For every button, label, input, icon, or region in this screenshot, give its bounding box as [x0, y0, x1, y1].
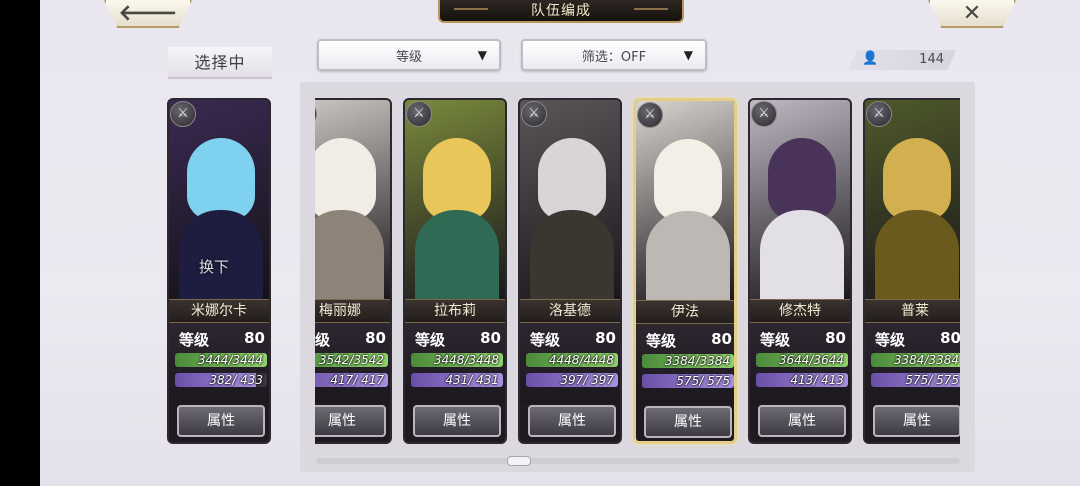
team-formation-screen: 🡐 队伍编成 ✕ 选择中 等级 ▼ 筛选：OFF ▼ 👤 144 换下 ⚔ 米娜… [40, 0, 1080, 486]
level-value: 80 [825, 329, 846, 347]
hp-bar: 3448/3448 [411, 353, 503, 367]
character-name: 拉布莉 [405, 299, 505, 323]
mp-bar: 575/ 575 [871, 373, 960, 387]
level-label: 等级 [760, 331, 791, 349]
level-value: 80 [365, 329, 386, 347]
hp-bar: 3644/3644 [756, 353, 848, 367]
character-stats: 等级 80 4448/4448 397/ 397 [520, 323, 620, 403]
sword-class-icon: ⚔ [170, 101, 196, 127]
swap-out-label: 换下 [199, 258, 230, 276]
character-stats: 等级 80 3644/3644 413/ 413 [750, 323, 850, 403]
portrait-head [423, 138, 491, 220]
roster-card[interactable]: ⚔ 梅丽娜 等级 80 3542/3542 417/ 417 属性 [315, 98, 392, 444]
character-name: 米娜尔卡 [169, 299, 269, 323]
hp-bar: 3384/3384 [642, 354, 734, 368]
character-portrait [750, 100, 850, 302]
mp-bar: 413/ 413 [756, 373, 848, 387]
level-label: 等级 [415, 331, 446, 349]
mp-bar: 397/ 397 [526, 373, 618, 387]
level-row: 等级 80 [413, 329, 503, 349]
level-value: 80 [244, 329, 265, 347]
level-label: 等级 [646, 332, 677, 350]
level-value: 80 [940, 329, 960, 347]
character-stats: 等级 80 3542/3542 417/ 417 [315, 323, 390, 403]
mp-bar: 417/ 417 [315, 373, 388, 387]
roster-scrollbar[interactable] [316, 458, 960, 464]
portrait-body [530, 210, 614, 302]
level-row: 等级 80 [758, 329, 848, 349]
hp-bar: 3444/3444 [175, 353, 267, 367]
level-row: 等级 80 [315, 329, 388, 349]
roster-list[interactable]: ⚔ 梅丽娜 等级 80 3542/3542 417/ 417 属性 ⚔ 拉布莉 … [315, 0, 960, 486]
attribute-button[interactable]: 属性 [758, 405, 846, 437]
mp-bar: 575/ 575 [642, 374, 734, 388]
level-row: 等级 80 [177, 329, 267, 349]
roster-scroll-thumb[interactable] [507, 456, 531, 466]
roster-card[interactable]: ⚔ 拉布莉 等级 80 3448/3448 431/ 431 属性 [403, 98, 507, 444]
attribute-button[interactable]: 属性 [315, 405, 386, 437]
level-label: 等级 [875, 331, 906, 349]
back-arrow-icon: 🡐 [118, 1, 178, 26]
portrait-head [315, 138, 376, 220]
portrait-body [760, 210, 844, 302]
mp-bar: 382/ 433 [175, 373, 267, 387]
character-name: 洛基德 [520, 299, 620, 323]
class-icon: ⚔ [751, 101, 777, 127]
character-portrait: 换下 [169, 100, 269, 302]
portrait-body [315, 210, 384, 302]
roster-card[interactable]: ⚔ 修杰特 等级 80 3644/3644 413/ 413 属性 [748, 98, 852, 444]
portrait-head [883, 138, 951, 220]
attribute-button[interactable]: 属性 [528, 405, 616, 437]
level-row: 等级 80 [644, 330, 734, 350]
hp-bar: 4448/4448 [526, 353, 618, 367]
character-name: 普莱 [865, 299, 960, 323]
roster-card[interactable]: ⚔ 洛基德 等级 80 4448/4448 397/ 397 属性 [518, 98, 622, 444]
selecting-label: 选择中 [168, 47, 272, 79]
hp-bar: 3542/3542 [315, 353, 388, 367]
attribute-button[interactable]: 属性 [873, 405, 960, 437]
level-value: 80 [595, 329, 616, 347]
portrait-body [415, 210, 499, 302]
character-stats: 等级 80 3444/3444 382/ 433 [169, 323, 269, 403]
portrait-body [646, 211, 730, 303]
class-icon: ⚔ [521, 101, 547, 127]
close-icon: ✕ [962, 0, 982, 26]
class-icon: ⚔ [637, 102, 663, 128]
portrait-body [875, 210, 959, 302]
character-name: 梅丽娜 [315, 299, 390, 323]
character-stats: 等级 80 3384/3384 575/ 575 [636, 324, 734, 404]
selected-character-card[interactable]: 换下 ⚔ 米娜尔卡 等级 80 3444/3444 382/ 433 属性 [167, 98, 271, 444]
character-portrait [520, 100, 620, 302]
roster-card[interactable]: ⚔ 伊法 等级 80 3384/3384 575/ 575 属性 [633, 98, 737, 444]
character-portrait [405, 100, 505, 302]
portrait-head [538, 138, 606, 220]
class-icon: ⚔ [406, 101, 432, 127]
level-row: 等级 80 [528, 329, 618, 349]
portrait-head [654, 139, 722, 221]
character-portrait [865, 100, 960, 302]
level-value: 80 [711, 330, 732, 348]
character-name: 修杰特 [750, 299, 850, 323]
character-name: 伊法 [636, 300, 734, 324]
character-portrait [636, 101, 734, 303]
attribute-button[interactable]: 属性 [644, 406, 732, 438]
portrait-head [187, 138, 255, 220]
portrait-head [768, 138, 836, 220]
hp-bar: 3384/3384 [871, 353, 960, 367]
level-label: 等级 [179, 331, 210, 349]
level-row: 等级 80 [873, 329, 960, 349]
level-value: 80 [480, 329, 501, 347]
level-label: 等级 [315, 331, 331, 349]
character-portrait [315, 100, 390, 302]
mp-bar: 431/ 431 [411, 373, 503, 387]
character-stats: 等级 80 3384/3384 575/ 575 [865, 323, 960, 403]
class-icon: ⚔ [866, 101, 892, 127]
character-stats: 等级 80 3448/3448 431/ 431 [405, 323, 505, 403]
roster-card[interactable]: ⚔ 普莱 等级 80 3384/3384 575/ 575 属性 [863, 98, 960, 444]
back-button[interactable]: 🡐 [104, 0, 192, 28]
level-label: 等级 [530, 331, 561, 349]
attribute-button[interactable]: 属性 [413, 405, 501, 437]
attribute-button[interactable]: 属性 [177, 405, 265, 437]
